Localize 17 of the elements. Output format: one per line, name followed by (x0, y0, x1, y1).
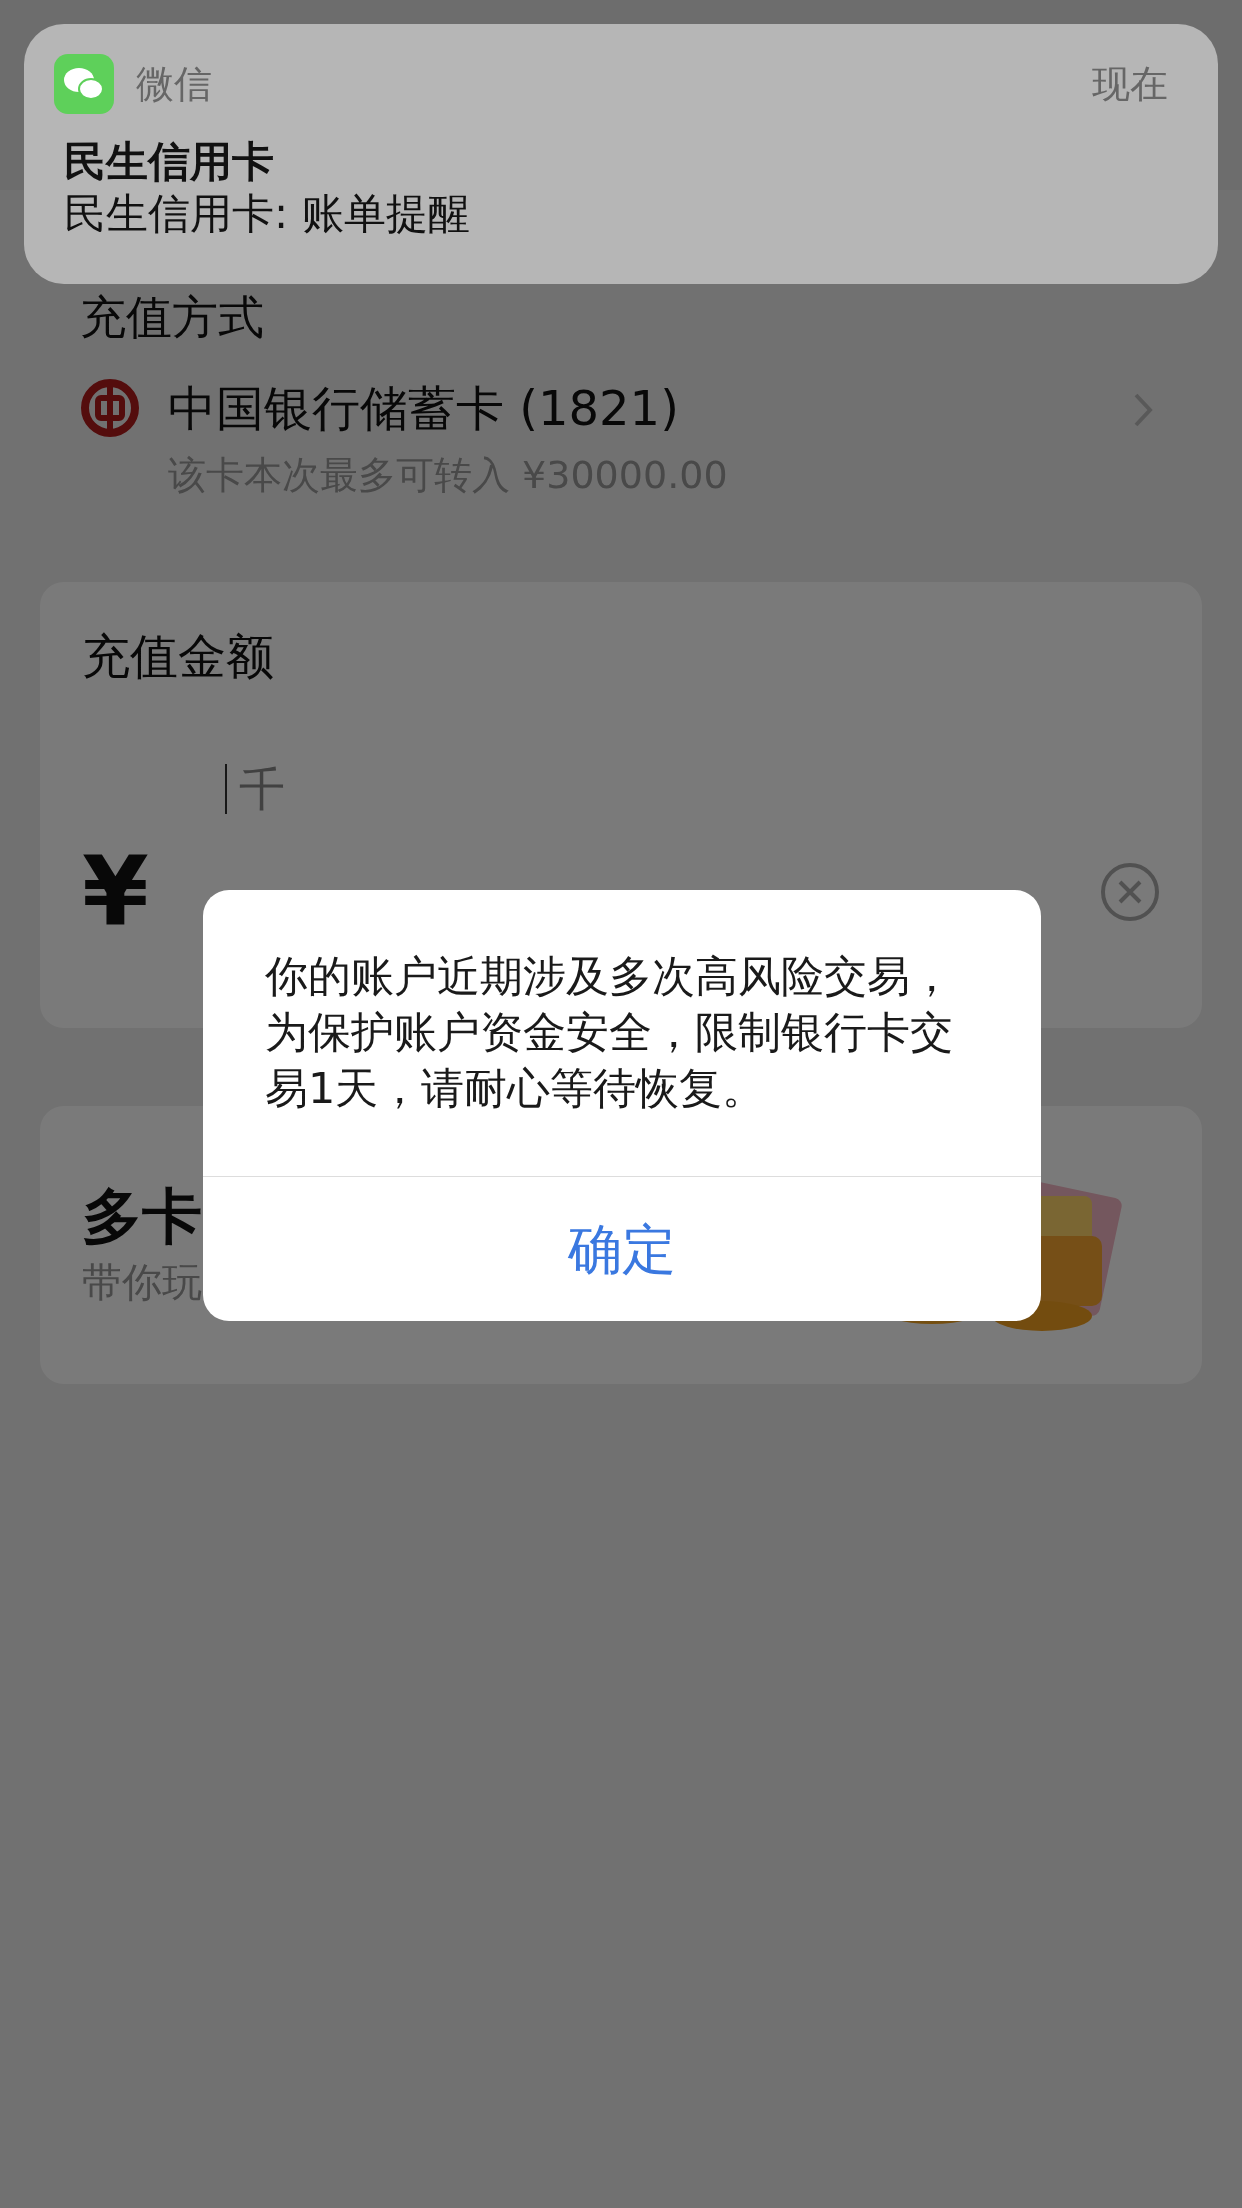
bank-card-name: 中国银行储蓄卡 (1821) (168, 379, 680, 438)
alert-message: 你的账户近期涉及多次高风险交易，为保护账户资金安全，限制银行卡交易1天，请耐心等待恢复。 (264, 950, 954, 1115)
chat-bubbles-icon (54, 54, 114, 114)
confirm-button[interactable]: 确定 (203, 1177, 1041, 1321)
clear-icon[interactable] (1100, 862, 1160, 922)
app-name: 微信 (136, 65, 212, 103)
promo-title: 多卡 (82, 1186, 203, 1246)
bank-logo-icon (80, 378, 140, 438)
unit-hint: 千 (239, 766, 285, 812)
currency-symbol: ¥ (82, 844, 149, 940)
notification-time: 现在 (1092, 65, 1168, 103)
amount-label: 充值金额 (82, 632, 275, 680)
section-title: 充值方式 (80, 294, 265, 340)
notification-banner[interactable]: 微信 现在 民生信用卡 民生信用卡: 账单提醒 (24, 24, 1218, 284)
notification-title: 民生信用卡 (64, 136, 275, 188)
notification-body: 民生信用卡: 账单提醒 (64, 188, 471, 240)
text-cursor (225, 764, 227, 814)
